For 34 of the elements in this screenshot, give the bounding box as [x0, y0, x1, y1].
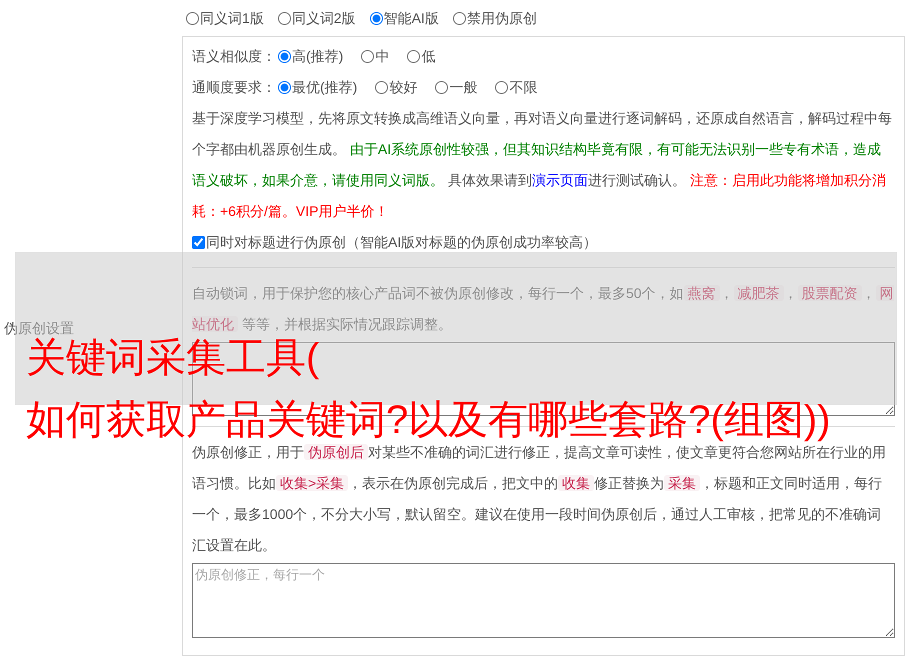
title-checkbox[interactable] — [192, 236, 205, 248]
option-label: 同义词1版 — [200, 8, 264, 28]
field-label: 通顺度要求： — [192, 78, 276, 96]
corrections-field[interactable]: 伪原创修正，每行一个 — [192, 563, 895, 638]
headline-overlay: 如何获取产品关键词?以及有哪些套路?(组图)) — [26, 398, 830, 442]
option-label: 禁用伪原创 — [466, 8, 537, 28]
corrections-description: 伪原创修正，用于 伪原创后 对某些不准确的词汇进行修正，提高文章可读性，使文章更符合您网站所在行业的用语习惯。比如 收集>采集 ，表示在伪原创完成后，把文中的 收集 修正替换为 采集 ，标题和正文同时适用，每行一个，最多1000个，不分大小写，默认留空。建议在使用一段时间伪原创后，通过人工审核，把常见的不准确词汇设置在此。 — [192, 443, 887, 555]
option-label: 较好 — [389, 78, 418, 96]
radio-button[interactable] — [495, 80, 508, 94]
option-label: 低 — [421, 46, 436, 66]
checkbox-label: 同时对标题进行伪原创（智能AI版对标题的伪原创成功率较高） — [206, 232, 598, 252]
option-label: 中 — [375, 46, 390, 66]
radio-button[interactable] — [370, 12, 383, 24]
option-label: 不限 — [509, 78, 538, 96]
radio-button[interactable] — [278, 80, 291, 94]
option-label: 高(推荐) — [292, 46, 344, 66]
option-label: 最优(推荐) — [292, 78, 358, 97]
option-label: 同义词2版 — [292, 8, 356, 28]
lock-words-description: 自动锁词，用于保护您的核心产品词不被伪原创修改，每行一个，最多50个，如 燕窝 ， 减肥茶 ， 股票配资 ， 网站优化 等等，并根据实际情况跟踪调整。 — [192, 284, 895, 334]
section-label: 伪原创设置 — [3, 318, 74, 338]
option-label: 一般 — [449, 78, 478, 96]
radio-button[interactable] — [278, 50, 291, 62]
option-label: 智能AI版 — [384, 8, 439, 28]
radio-button[interactable] — [278, 12, 291, 24]
radio-button[interactable] — [407, 50, 420, 62]
radio-button[interactable] — [452, 12, 466, 24]
field-label: 语义相似度： — [192, 46, 276, 66]
demo-link[interactable]: 演示页面 — [532, 172, 588, 188]
description-text: 基于深度学习模型，先将原文转换成高维语义向量，再对语义向量进行逐词解码，还原成自然语言，解码过程中每个字都由机器原创生成。 由于AI系统原创性较强，但其知识结构毕竟有限，有可能无法识别一些专有术语，造成语义破坏，如果介意，请使用同义词版。 具体效果请到演示页面进行测试确认。 注意：启用此功能将增加积分消耗：+6积分/篇。VIP用户半价！ — [192, 109, 893, 221]
headline-overlay: 关键词采集工具( — [26, 336, 320, 380]
radio-button[interactable] — [186, 12, 199, 24]
radio-button[interactable] — [375, 80, 388, 94]
radio-button[interactable] — [435, 80, 448, 94]
radio-button[interactable] — [361, 50, 374, 62]
